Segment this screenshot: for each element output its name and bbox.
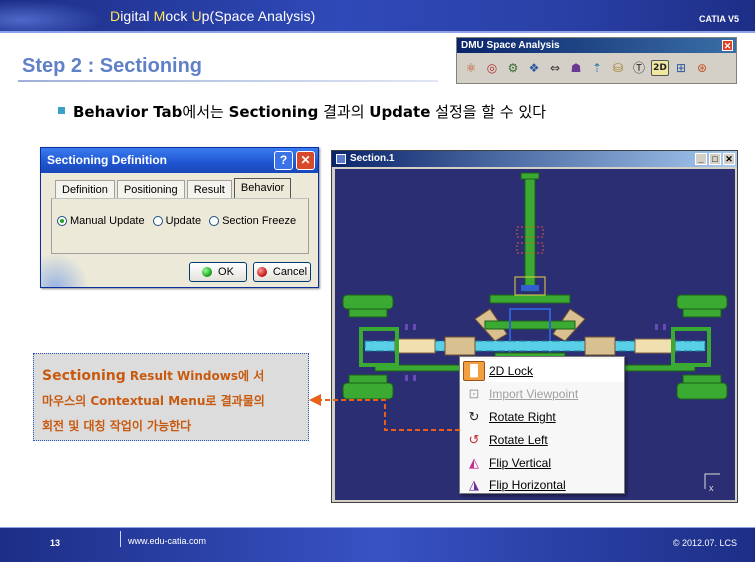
compare-products-icon[interactable]: ⇔ (546, 58, 564, 78)
title-underline (18, 80, 438, 82)
footer-separator (120, 531, 121, 547)
tab-definition[interactable]: Definition (55, 180, 115, 198)
update-mode-radios: Manual Update Update Section Freeze (57, 215, 296, 227)
callout-line-2: 마우스의 Contextual Menu로 결과물의 (42, 394, 265, 408)
measure-item-icon[interactable]: ⇡ (588, 58, 606, 78)
footer-copyright: © 2012.07. LCS (672, 538, 737, 548)
cancel-led-icon (256, 267, 267, 277)
toolbar-close-icon[interactable]: ✕ (722, 40, 733, 51)
band-analysis-icon[interactable]: ⚙ (504, 58, 522, 78)
rotate-right-icon: ↻ (468, 408, 480, 424)
close-icon[interactable]: ✕ (296, 151, 315, 170)
dialog-title: Sectioning Definition (47, 153, 167, 167)
radio-manual-update[interactable]: Manual Update (57, 215, 145, 227)
view-annotation-icon[interactable]: ⊞ (672, 58, 690, 78)
menu-item-rotate-right[interactable]: ↻ Rotate Right (460, 405, 624, 428)
cancel-button[interactable]: Cancel (253, 262, 311, 282)
section-window-title-bar: Section.1 _ □ ✕ (332, 151, 737, 167)
3d-annotation-icon[interactable]: Ⓣ (630, 58, 648, 78)
header-title: Digital Mock Up(Space Analysis) (110, 8, 316, 24)
ok-button[interactable]: OK (189, 262, 247, 282)
callout-connector (309, 394, 460, 431)
dialog-tabs: Definition Positioning Result Behavior (55, 178, 293, 200)
tab-positioning[interactable]: Positioning (116, 180, 185, 198)
dialog-title-bar: Sectioning Definition ? ✕ (41, 148, 318, 173)
toolbar-icons: ⚛ ◎ ⚙ ❖ ⇔ ☗ ⇡ ⛁ Ⓣ 2D ⊞ ⊛ (462, 58, 711, 78)
measure-between-icon[interactable]: ☗ (567, 58, 585, 78)
maximize-icon[interactable]: □ (709, 153, 721, 165)
page-title: Step 2 : Sectioning (22, 55, 203, 77)
axis-label: x (709, 483, 714, 493)
tab-result[interactable]: Result (186, 180, 232, 198)
header-swirl (0, 0, 105, 33)
arc-through-icon[interactable]: ⊛ (693, 58, 711, 78)
callout-line-1: Sectioning Result Windows에 서 (42, 368, 265, 384)
lock-icon: █ (463, 360, 485, 381)
footer-url[interactable]: www.edu-catia.com (128, 536, 206, 546)
help-icon[interactable]: ? (274, 151, 293, 170)
distance-icon[interactable]: ◎ (483, 58, 501, 78)
radio-dot[interactable] (152, 216, 163, 226)
radio-update[interactable]: Update (152, 215, 201, 227)
footer-bar: 13 www.edu-catia.com © 2012.07. LCS (0, 527, 755, 562)
radio-dot-selected[interactable] (57, 216, 67, 226)
menu-item-flip-horizontal[interactable]: ◮ Flip Horizontal (460, 473, 624, 496)
contextual-menu: █ 2D Lock ⊡ Import Viewpoint ↻ Rotate Ri… (459, 356, 625, 494)
toolbar-title: DMU Space Analysis ✕ (457, 38, 736, 53)
bullet-text: Behavior Tab에서는 Sectioning 결과의 Update 설정… (58, 101, 546, 122)
sectioning-icon[interactable]: ❖ (525, 58, 543, 78)
import-viewpoint-icon: ⊡ (468, 385, 480, 401)
radio-dot[interactable] (209, 216, 220, 226)
flip-horizontal-icon: ◮ (469, 476, 479, 492)
clash-icon[interactable]: ⚛ (462, 58, 480, 78)
section-window-title: Section.1 (350, 153, 395, 164)
menu-item-rotate-left[interactable]: ↺ Rotate Left (460, 428, 624, 451)
2d-text-icon[interactable]: 2D (651, 60, 669, 76)
minimize-icon[interactable]: _ (695, 153, 707, 165)
tab-behavior[interactable]: Behavior (233, 178, 292, 198)
callout-line-3: 회전 및 대칭 작업이 가능한다 (42, 419, 192, 433)
header-bar: Digital Mock Up(Space Analysis) CATIA V5 (0, 0, 755, 33)
window-icon (336, 154, 346, 164)
bullet-square (58, 107, 65, 114)
menu-item-flip-vertical[interactable]: ◭ Flip Vertical (460, 451, 624, 474)
ok-led-icon (202, 267, 213, 277)
dmu-space-analysis-toolbar: DMU Space Analysis ✕ ⚛ ◎ ⚙ ❖ ⇔ ☗ ⇡ ⛁ Ⓣ 2D… (456, 37, 737, 84)
header-brand: CATIA V5 (698, 14, 739, 24)
menu-item-2d-lock[interactable]: █ 2D Lock (460, 359, 624, 382)
rotate-left-icon: ↺ (468, 431, 480, 447)
window-close-icon[interactable]: ✕ (723, 153, 735, 165)
page-number: 13 (50, 538, 61, 548)
sectioning-definition-dialog: Sectioning Definition ? ✕ Definition Pos… (40, 147, 319, 288)
callout-box: Sectioning Result Windows에 서 마우스의 Contex… (33, 353, 309, 441)
radio-section-freeze[interactable]: Section Freeze (209, 215, 296, 227)
flip-vertical-icon: ◭ (469, 454, 479, 470)
measure-thickness-icon[interactable]: ⛁ (609, 58, 627, 78)
dialog-glow (41, 253, 89, 287)
menu-item-import-viewpoint[interactable]: ⊡ Import Viewpoint (460, 382, 624, 405)
